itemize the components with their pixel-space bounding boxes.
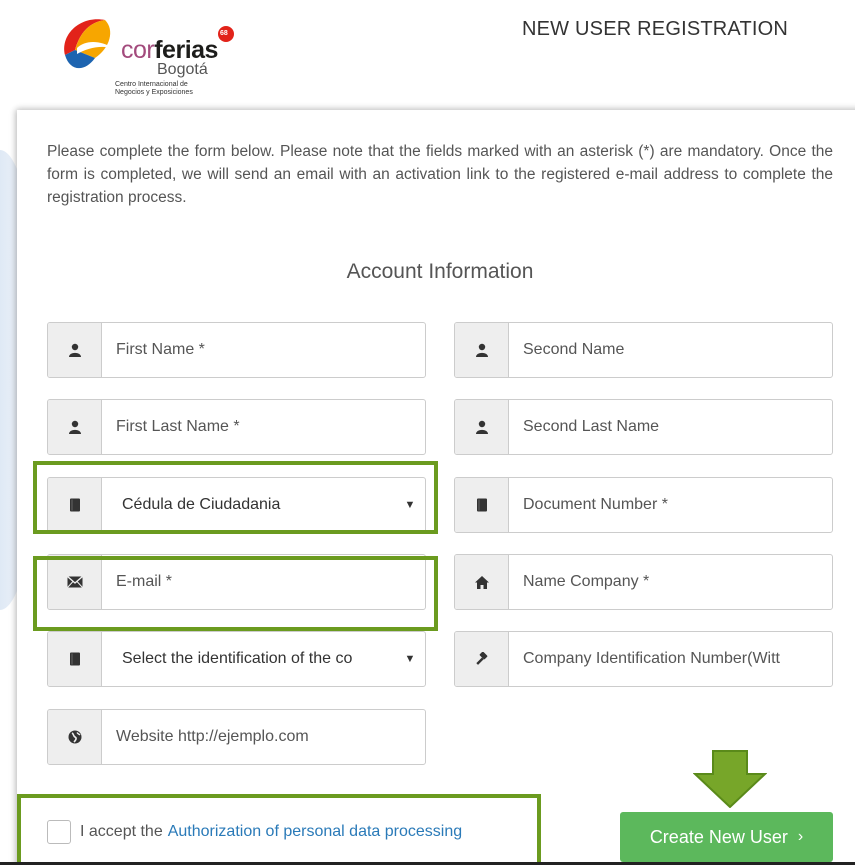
first-last-name-input[interactable]: First Last Name *: [102, 400, 425, 454]
book-icon: [48, 478, 102, 532]
document-type-value[interactable]: Cédula de Ciudadania: [102, 478, 395, 532]
terms-checkbox[interactable]: [47, 820, 71, 844]
second-name-field[interactable]: Second Name: [454, 322, 833, 378]
company-name-field[interactable]: Name Company *: [454, 554, 833, 610]
user-icon: [455, 323, 509, 377]
company-id-type-select[interactable]: Select the identification of the co ▼: [47, 631, 426, 687]
intro-text: Please complete the form below. Please n…: [47, 143, 833, 206]
first-name-input[interactable]: First Name *: [102, 323, 425, 377]
terms-prefix: I accept the: [80, 823, 163, 840]
second-last-name-field[interactable]: Second Last Name: [454, 399, 833, 455]
corferias-logo: corferias 68 Bogotá Centro Internacional…: [55, 8, 245, 98]
company-id-number-field[interactable]: Company Identification Number(Witt: [454, 631, 833, 687]
user-icon: [455, 400, 509, 454]
arrow-down-icon: [693, 750, 767, 808]
first-last-name-field[interactable]: First Last Name *: [47, 399, 426, 455]
chevron-down-icon[interactable]: ▼: [395, 632, 425, 686]
chevron-down-icon[interactable]: ▼: [395, 478, 425, 532]
book-icon: [48, 632, 102, 686]
chevron-right-icon: ›: [797, 828, 804, 845]
create-user-button[interactable]: Create New User ›: [620, 812, 833, 862]
email-field[interactable]: E-mail *: [47, 554, 426, 610]
email-input[interactable]: E-mail *: [102, 555, 425, 609]
logo-badge-text: 68: [220, 30, 228, 37]
user-icon: [48, 323, 102, 377]
website-field[interactable]: Website http://ejemplo.com: [47, 709, 426, 765]
company-name-input[interactable]: Name Company *: [509, 555, 832, 609]
terms-acceptance: I accept the Authorization of personal d…: [47, 820, 462, 844]
globe-icon: [48, 710, 102, 764]
terms-link[interactable]: Authorization of personal data processin…: [168, 823, 462, 841]
second-name-input[interactable]: Second Name: [509, 323, 832, 377]
second-last-name-input[interactable]: Second Last Name: [509, 400, 832, 454]
first-name-field[interactable]: First Name *: [47, 322, 426, 378]
document-type-select[interactable]: Cédula de Ciudadania ▼: [47, 477, 426, 533]
envelope-icon: [48, 555, 102, 609]
book-icon: [455, 478, 509, 532]
document-number-field[interactable]: Document Number *: [454, 477, 833, 533]
company-id-type-value[interactable]: Select the identification of the co: [102, 632, 395, 686]
page-title: NEW USER REGISTRATION: [522, 18, 789, 40]
logo-subtitle: Centro Internacional de Negocios y Expos…: [115, 81, 193, 96]
gavel-icon: [455, 632, 509, 686]
section-title: Account Information: [346, 260, 534, 283]
user-icon: [48, 400, 102, 454]
document-number-input[interactable]: Document Number *: [509, 478, 832, 532]
home-icon: [455, 555, 509, 609]
create-user-label: Create New User: [649, 826, 788, 847]
company-id-number-input[interactable]: Company Identification Number(Witt: [509, 632, 832, 686]
website-input[interactable]: Website http://ejemplo.com: [102, 710, 425, 764]
logo-city: Bogotá: [157, 61, 208, 78]
logo-mark-icon: [64, 19, 113, 69]
